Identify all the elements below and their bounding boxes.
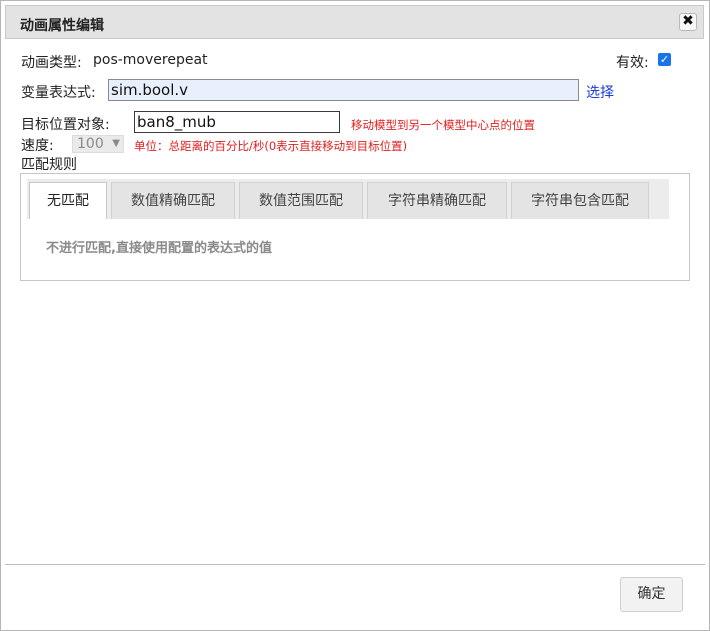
dialog-title: 动画属性编辑 — [20, 18, 104, 34]
tab-label: 数值范围匹配 — [259, 193, 343, 209]
confirm-button[interactable]: 确定 — [620, 577, 683, 612]
chevron-down-icon: ▼ — [112, 138, 120, 149]
tab-numeric-exact[interactable]: 数值精确匹配 — [111, 182, 235, 219]
select-link[interactable]: 选择 — [586, 82, 614, 102]
target-hint: 移动模型到另一个模型中心点的位置 — [351, 118, 535, 132]
animation-property-dialog: 动画属性编辑 ✖ 动画类型: pos-moverepeat 有效: ✓ 变量表达… — [0, 0, 710, 631]
valid-checkbox[interactable]: ✓ — [658, 53, 671, 66]
tab-string-exact[interactable]: 字符串精确匹配 — [367, 182, 507, 219]
tab-string-contains[interactable]: 字符串包含匹配 — [511, 182, 649, 219]
dialog-titlebar: 动画属性编辑 ✖ — [5, 5, 704, 39]
speed-hint: 单位：总距离的百分比/秒(0表示直接移动到目标位置) — [134, 139, 408, 153]
close-icon: ✖ — [682, 13, 694, 29]
speed-label: 速度: — [21, 138, 54, 154]
tab-no-match[interactable]: 无匹配 — [29, 182, 107, 219]
valid-label: 有效: — [616, 55, 649, 71]
tab-label: 无匹配 — [47, 193, 89, 209]
close-button[interactable]: ✖ — [679, 13, 697, 31]
speed-select[interactable]: 100 ▼ — [72, 135, 124, 153]
anim-type-value: pos-moverepeat — [93, 52, 208, 68]
confirm-label: 确定 — [637, 586, 666, 602]
target-input[interactable] — [134, 111, 340, 133]
target-label: 目标位置对象: — [21, 117, 110, 133]
anim-type-label: 动画类型: — [21, 55, 82, 71]
tab-numeric-range[interactable]: 数值范围匹配 — [239, 182, 363, 219]
rule-description: 不进行匹配,直接使用配置的表达式的值 — [46, 241, 272, 256]
expr-label: 变量表达式: — [21, 85, 96, 101]
rules-label: 匹配规则 — [21, 157, 77, 173]
tab-label: 字符串包含匹配 — [531, 193, 629, 209]
footer-divider — [5, 564, 705, 565]
tab-label: 字符串精确匹配 — [388, 193, 486, 209]
rules-tabbar: 无匹配 数值精确匹配 数值范围匹配 字符串精确匹配 字符串包含匹配 — [27, 179, 669, 219]
speed-value: 100 — [77, 136, 104, 152]
tab-label: 数值精确匹配 — [131, 193, 215, 209]
rules-panel: 无匹配 数值精确匹配 数值范围匹配 字符串精确匹配 字符串包含匹配 不进行匹配,… — [20, 173, 690, 281]
checkmark-icon: ✓ — [659, 53, 670, 66]
expr-input[interactable] — [108, 79, 579, 101]
